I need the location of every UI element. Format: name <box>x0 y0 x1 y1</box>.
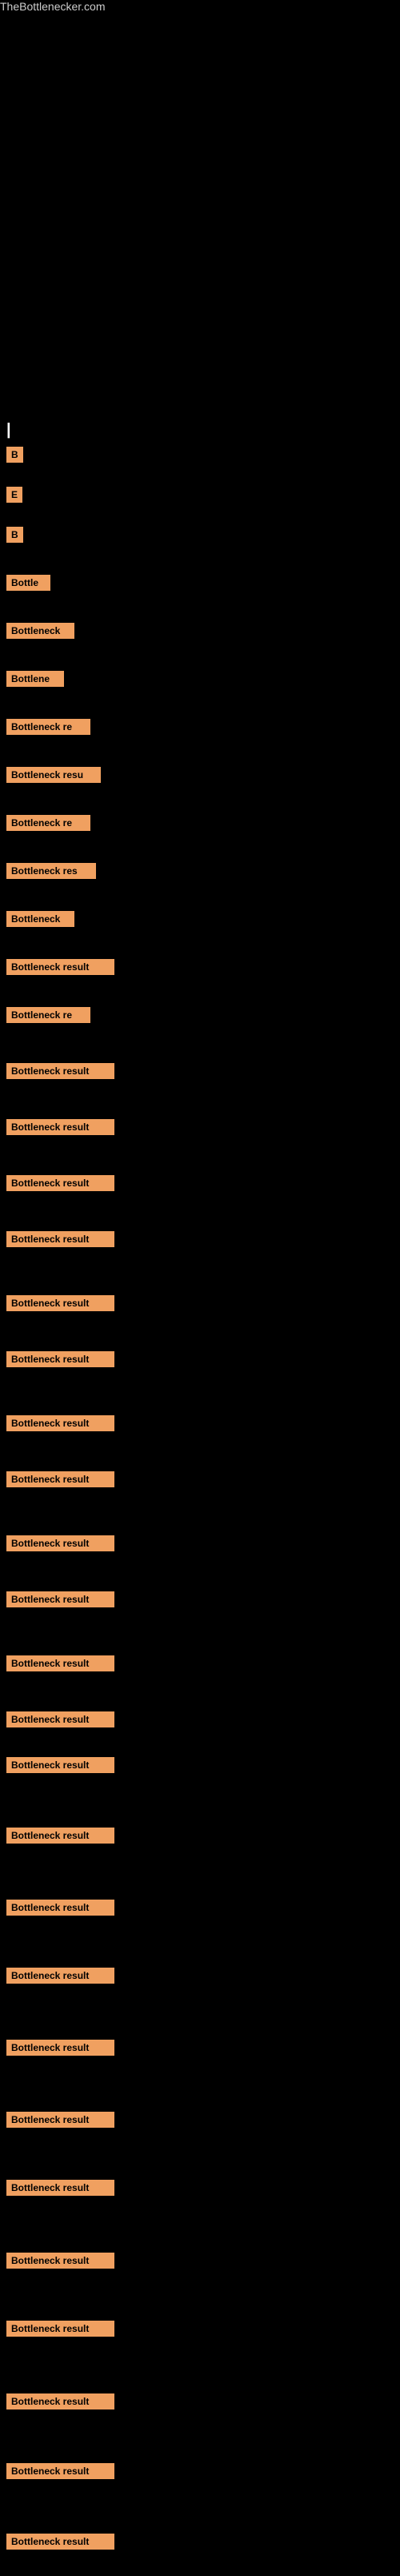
list-item: Bottleneck res <box>6 863 96 879</box>
list-item: Bottleneck result <box>6 2180 114 2196</box>
list-item: Bottleneck re <box>6 1007 90 1023</box>
list-item: Bottleneck result <box>6 1231 114 1247</box>
list-item: B <box>6 447 23 463</box>
list-item: Bottleneck resu <box>6 767 101 783</box>
list-item: Bottleneck result <box>6 2393 114 2409</box>
list-item: Bottleneck result <box>6 1119 114 1135</box>
list-item: Bottleneck result <box>6 1063 114 1079</box>
list-item: B <box>6 527 23 543</box>
list-item: Bottleneck result <box>6 2253 114 2269</box>
list-item: Bottleneck result <box>6 1295 114 1311</box>
list-item: Bottleneck result <box>6 1900 114 1916</box>
list-item: Bottlene <box>6 671 64 687</box>
list-item: Bottleneck result <box>6 1415 114 1431</box>
site-title: TheBottlenecker.com <box>0 0 106 16</box>
list-item: Bottleneck re <box>6 815 90 831</box>
list-item: Bottleneck result <box>6 1535 114 1551</box>
list-item: Bottleneck result <box>6 2040 114 2056</box>
main-content: | B E B Bottle Bottleneck Bottlene Bottleneck … <box>0 14 400 2576</box>
list-item: Bottleneck result <box>6 1591 114 1607</box>
list-item: E <box>6 487 22 503</box>
list-item: Bottleneck result <box>6 1175 114 1191</box>
list-item: Bottleneck result <box>6 2463 114 2479</box>
list-item: Bottleneck result <box>6 1968 114 1984</box>
list-item: Bottleneck result <box>6 2112 114 2128</box>
list-item: Bottleneck result <box>6 1711 114 1727</box>
list-item: Bottleneck re <box>6 719 90 735</box>
list-item: Bottleneck result <box>6 1655 114 1671</box>
list-item: Bottleneck <box>6 623 74 639</box>
list-item: Bottleneck result <box>6 2321 114 2337</box>
list-item: Bottleneck result <box>6 1471 114 1487</box>
list-item: Bottleneck result <box>6 959 114 975</box>
list-item: Bottleneck result <box>6 2534 114 2550</box>
site-title-bar: TheBottlenecker.com <box>0 0 400 14</box>
list-item: Bottleneck <box>6 911 74 927</box>
cursor-indicator: | <box>6 421 11 439</box>
list-item: Bottleneck result <box>6 1757 114 1773</box>
list-item: Bottleneck result <box>6 1828 114 1844</box>
list-item: Bottleneck result <box>6 1351 114 1367</box>
list-item: Bottle <box>6 575 50 591</box>
